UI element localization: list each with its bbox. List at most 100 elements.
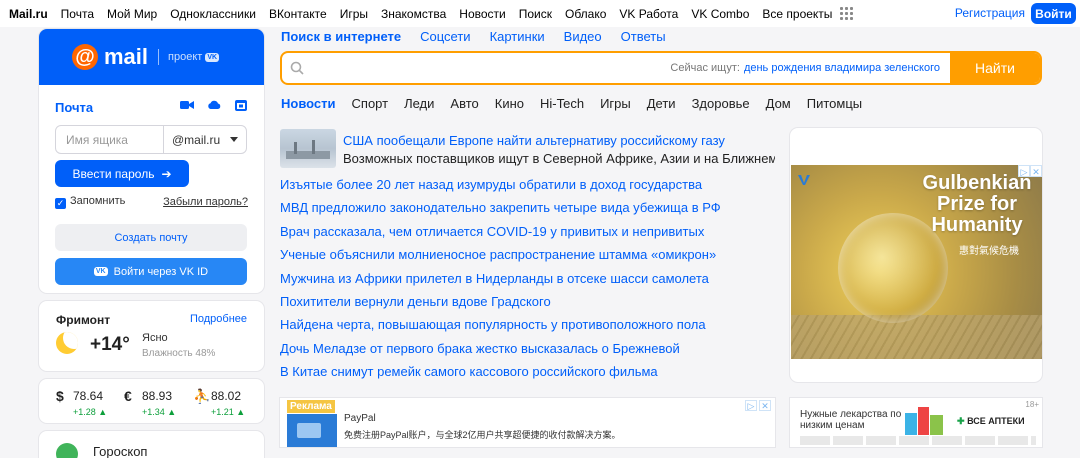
weather-more-link[interactable]: Подробнее — [190, 313, 247, 325]
tab-answers[interactable]: Ответы — [621, 29, 666, 44]
cloud-icon[interactable] — [207, 99, 221, 111]
list-item[interactable]: Дочь Меладзе от первого брака жестко выс… — [280, 341, 721, 364]
ad-title: PayPal — [344, 413, 376, 424]
checkbox-checked-icon: ✓ — [55, 198, 66, 209]
chevron-down-icon — [230, 137, 238, 142]
rate-oil[interactable]: ⛹ 88.02 +1.21 ▲ — [189, 379, 264, 423]
calendar-icon[interactable] — [234, 99, 248, 111]
horoscope-widget[interactable]: Гороскоп — [39, 431, 264, 458]
weather-condition: Ясно — [142, 332, 168, 344]
trending-label: Сейчас ищут: — [670, 62, 740, 74]
weather-widget[interactable]: Фримонт Подробнее +14° Ясно Влажность 48… — [39, 301, 264, 371]
tab-health[interactable]: Здоровье — [692, 96, 750, 111]
tab-lady[interactable]: Леди — [404, 96, 434, 111]
list-item[interactable]: МВД предложило законодательно закрепить … — [280, 200, 721, 223]
age-rating: 18+ — [1025, 400, 1039, 409]
top-nav-cloud[interactable]: Облако — [565, 7, 606, 21]
register-link[interactable]: Регистрация — [955, 6, 1025, 20]
featured-news-image[interactable] — [280, 129, 336, 168]
list-item[interactable]: Изъятые более 20 лет назад изумруды обра… — [280, 177, 721, 200]
tab-video[interactable]: Видео — [564, 29, 602, 44]
search-icon — [282, 53, 312, 83]
sponsor-logo-icon — [798, 174, 812, 186]
mail-icons — [180, 99, 248, 111]
video-call-icon[interactable] — [180, 99, 194, 111]
top-nav-vk-combo[interactable]: VK Combo — [691, 7, 749, 21]
rate-eur[interactable]: € 88.93 +1.34 ▲ — [114, 379, 189, 423]
featured-news-subtitle[interactable]: Возможных поставщиков ищут в Северной Аф… — [343, 151, 775, 166]
grid-icon[interactable] — [840, 7, 854, 20]
top-nav-dating[interactable]: Знакомства — [381, 7, 446, 21]
top-nav-vk-work[interactable]: VK Работа — [619, 7, 678, 21]
vk-id-login-button[interactable]: VK Войти через VK ID — [55, 258, 247, 285]
tab-web-search[interactable]: Поиск в интернете — [281, 29, 401, 44]
tab-hitech[interactable]: Hi-Tech — [540, 96, 584, 111]
create-mail-button[interactable]: Создать почту — [55, 224, 247, 251]
tab-games[interactable]: Игры — [600, 96, 631, 111]
vk-logo-icon: VK — [93, 267, 108, 276]
tab-kids[interactable]: Дети — [647, 96, 676, 111]
news-block: США пообещали Европе найти альтернативу … — [280, 128, 775, 383]
tab-cinema[interactable]: Кино — [495, 96, 524, 111]
list-item[interactable]: В Китае снимут ремейк самого кассового р… — [280, 364, 721, 387]
top-nav-odnoklassniki[interactable]: Одноклассники — [170, 7, 256, 21]
list-item[interactable]: Похитители вернули деньги вдове Градског… — [280, 294, 721, 317]
login-button[interactable]: Войти — [1031, 3, 1076, 24]
tab-social[interactable]: Соцсети — [420, 29, 470, 44]
list-item[interactable]: Мужчина из Африки прилетел в Нидерланды … — [280, 271, 721, 294]
pharmacy-brand: ✚ ВСЕ АПТЕКИ — [957, 416, 1025, 427]
trending-query[interactable]: день рождения владимира зеленского — [744, 62, 940, 74]
mail-logo-text: mail — [104, 44, 149, 69]
rate-usd[interactable]: $ 78.64 +1.28 ▲ — [39, 379, 114, 423]
rate-change: +1.34 ▲ — [142, 407, 177, 417]
mailbox-name-input[interactable]: Имя ящика — [56, 126, 164, 153]
enter-password-button[interactable]: Ввести пароль ➔ — [55, 160, 189, 187]
medicine-image — [903, 405, 945, 439]
featured-news-title[interactable]: США пообещали Европе найти альтернативу … — [343, 133, 725, 148]
rate-value: 88.93 — [142, 389, 173, 403]
weather-humidity: Влажность 48% — [142, 348, 216, 359]
tab-news[interactable]: Новости — [281, 96, 336, 111]
remember-row: ✓ Запомнить Забыли пароль? — [55, 195, 248, 209]
weather-city: Фримонт — [56, 313, 111, 327]
domain-select[interactable]: @mail.ru — [164, 126, 246, 153]
list-item[interactable]: Ученые объяснили молниеносное распростра… — [280, 247, 721, 270]
tab-images[interactable]: Картинки — [490, 29, 545, 44]
forgot-password-link[interactable]: Забыли пароль? — [163, 196, 248, 208]
adchoices-icon[interactable]: ▷ — [1018, 165, 1030, 177]
search-tabs: Поиск в интернете Соцсети Картинки Видео… — [281, 29, 685, 44]
pharmacy-ad[interactable]: Нужные лекарства по низким ценам ✚ ВСЕ А… — [790, 398, 1042, 447]
horoscope-icon — [56, 443, 78, 458]
top-nav-news[interactable]: Новости — [459, 7, 505, 21]
top-nav-all-projects[interactable]: Все проекты — [762, 7, 832, 21]
adchoices-icon[interactable]: ▷ — [745, 400, 757, 411]
tab-pets[interactable]: Питомцы — [807, 96, 862, 111]
top-nav-games[interactable]: Игры — [340, 7, 368, 21]
news-tabs: Новости Спорт Леди Авто Кино Hi-Tech Игр… — [281, 96, 878, 111]
horoscope-title: Гороскоп — [93, 444, 148, 458]
remember-checkbox[interactable]: ✓ Запомнить — [55, 195, 125, 209]
search-button[interactable]: Найти — [950, 53, 1040, 83]
list-item[interactable]: Найдена черта, повышающая популярность у… — [280, 317, 721, 340]
close-icon[interactable]: ✕ — [759, 400, 771, 411]
top-nav-mail[interactable]: Почта — [61, 7, 94, 21]
tab-sport[interactable]: Спорт — [352, 96, 389, 111]
paypal-ad[interactable]: Реклама PayPal 免费注册PayPal账户，与全球2亿用户共享超便捷… — [280, 398, 775, 447]
weather-temperature: +14° — [90, 334, 130, 355]
search-input[interactable]: Сейчас ищут: день рождения владимира зел… — [312, 53, 950, 83]
banner-image: Gulbenkian Prize for Humanity 惠對氣候危機 ▷ ✕ — [791, 165, 1042, 359]
tab-home[interactable]: Дом — [766, 96, 791, 111]
top-nav-mailru[interactable]: Mail.ru — [9, 7, 48, 21]
rate-value: 78.64 — [73, 389, 104, 403]
close-icon[interactable]: ✕ — [1030, 165, 1042, 177]
top-nav-my-world[interactable]: Мой Мир — [107, 7, 157, 21]
pharmacy-brand-label: ВСЕ АПТЕКИ — [967, 416, 1025, 426]
top-bar: Mail.ru Почта Мой Мир Одноклассники ВКон… — [0, 0, 1080, 27]
top-nav-vkontakte[interactable]: ВКонтакте — [269, 7, 327, 21]
arrow-right-icon: ➔ — [161, 166, 172, 181]
banner-ad[interactable]: Gulbenkian Prize for Humanity 惠對氣候危機 ▷ ✕ — [790, 128, 1042, 382]
tab-auto[interactable]: Авто — [450, 96, 478, 111]
list-item[interactable]: Врач рассказала, чем отличается COVID-19… — [280, 224, 721, 247]
mail-logo-icon: @ — [72, 44, 98, 70]
top-nav-search[interactable]: Поиск — [519, 7, 552, 21]
